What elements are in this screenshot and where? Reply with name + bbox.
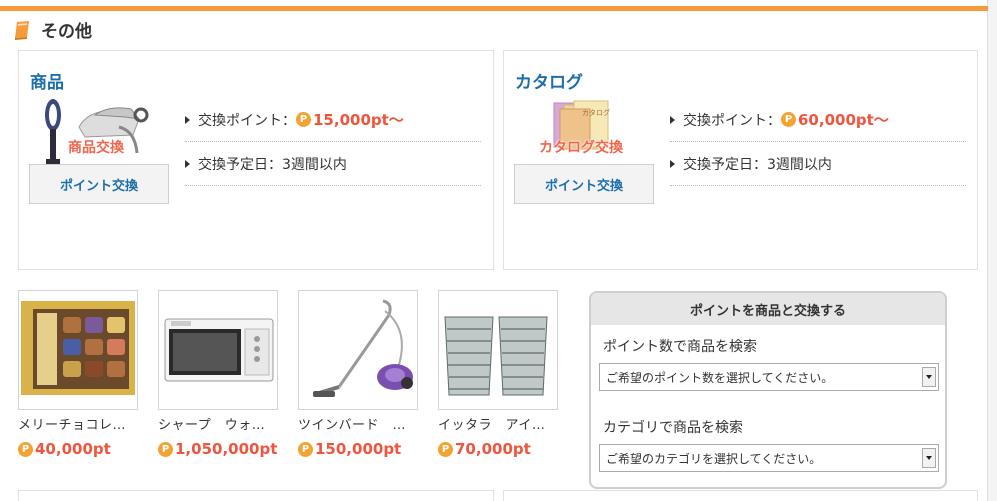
point-icon: P bbox=[296, 112, 311, 127]
exchange-points-row: 交換ポイント： P 15,000pt〜 bbox=[185, 98, 481, 142]
catalog-exchange-card: カタログ カタログ カタログ交換 ポイント交換 交換ポイント： P 60,000… bbox=[503, 50, 978, 270]
product-item[interactable]: メリーチョコレ… P 40,000pt bbox=[18, 290, 138, 458]
product-price: P 1,050,000pt bbox=[158, 440, 278, 458]
product-list: メリーチョコレ… P 40,000pt シャープ ウォ… P 1,050,000… bbox=[18, 290, 558, 458]
thumb-label: 商品交換 bbox=[68, 140, 124, 156]
chevron-down-icon[interactable] bbox=[922, 367, 936, 387]
point-search-panel: ポイントを商品と交換する ポイント数で商品を検索 ご希望のポイント数を選択してく… bbox=[589, 291, 947, 489]
product-image[interactable] bbox=[298, 290, 418, 410]
exchange-points-label: 交換ポイント： bbox=[683, 112, 781, 129]
product-name[interactable]: ツインバード … bbox=[298, 414, 418, 433]
bullet-arrow-icon bbox=[185, 115, 190, 124]
product-image[interactable] bbox=[18, 290, 138, 410]
exchange-points-row: 交換ポイント： P 60,000pt〜 bbox=[670, 98, 966, 142]
exchange-points-label: 交換ポイント： bbox=[198, 112, 296, 129]
price-value: 70,000pt bbox=[455, 440, 531, 458]
point-exchange-button[interactable]: ポイント交換 bbox=[29, 164, 169, 204]
catalog-exchange-image[interactable]: カタログ カタログ交換 bbox=[524, 97, 638, 167]
bullet-arrow-icon bbox=[670, 115, 675, 124]
chevron-down-icon[interactable] bbox=[922, 448, 936, 468]
product-image[interactable] bbox=[438, 290, 558, 410]
point-icon: P bbox=[781, 112, 796, 127]
thumb-label: カタログ交換 bbox=[539, 140, 623, 156]
points-select[interactable]: ご希望のポイント数を選択してください。 bbox=[599, 363, 939, 391]
product-price: P 70,000pt bbox=[438, 440, 558, 458]
section-title: その他 bbox=[41, 22, 92, 42]
schedule-text: 交換予定日：3週間以内 bbox=[683, 156, 832, 173]
point-icon: P bbox=[438, 441, 453, 457]
schedule-row: 交換予定日：3週間以内 bbox=[185, 142, 481, 186]
product-price: P 40,000pt bbox=[18, 440, 138, 458]
product-item[interactable]: イッタラ アイ… P 70,000pt bbox=[438, 290, 558, 458]
bullet-arrow-icon bbox=[185, 159, 190, 168]
search-by-category-label: カテゴリで商品を検索 bbox=[603, 420, 743, 436]
point-icon: P bbox=[298, 441, 313, 457]
price-value: 40,000pt bbox=[35, 440, 111, 458]
svg-text:カタログ: カタログ bbox=[582, 108, 610, 117]
price-value: 150,000pt bbox=[315, 440, 402, 458]
product-name[interactable]: メリーチョコレ… bbox=[18, 414, 138, 433]
bullet-arrow-icon bbox=[670, 159, 675, 168]
exchange-points-value: 60,000pt〜 bbox=[798, 111, 889, 129]
point-icon: P bbox=[18, 441, 33, 457]
schedule-text: 交換予定日：3週間以内 bbox=[198, 156, 347, 173]
product-name[interactable]: イッタラ アイ… bbox=[438, 414, 558, 433]
card-title: カタログ bbox=[515, 73, 583, 93]
section-header: その他 bbox=[14, 17, 92, 42]
accent-bar bbox=[0, 6, 988, 11]
price-value: 1,050,000pt bbox=[175, 440, 278, 458]
next-card-edge bbox=[18, 490, 494, 501]
product-price: P 150,000pt bbox=[298, 440, 418, 458]
product-item[interactable]: シャープ ウォ… P 1,050,000pt bbox=[158, 290, 278, 458]
product-item[interactable]: ツインバード … P 150,000pt bbox=[298, 290, 418, 458]
main-panel: その他 商品 商品交換 ポイント交換 交換ポイント： P 15,000pt〜 交… bbox=[0, 0, 988, 501]
category-select-value: ご希望のカテゴリを選択してください。 bbox=[606, 451, 822, 466]
card-title: 商品 bbox=[30, 73, 64, 93]
schedule-row: 交換予定日：3週間以内 bbox=[670, 142, 966, 186]
exchange-points-value: 15,000pt〜 bbox=[313, 111, 404, 129]
search-panel-title: ポイントを商品と交換する bbox=[591, 293, 945, 325]
point-icon: P bbox=[158, 441, 173, 457]
category-select[interactable]: ご希望のカテゴリを選択してください。 bbox=[599, 444, 939, 472]
point-exchange-button[interactable]: ポイント交換 bbox=[514, 164, 654, 204]
book-icon bbox=[14, 20, 32, 40]
points-select-value: ご希望のポイント数を選択してください。 bbox=[606, 370, 834, 385]
product-exchange-image[interactable]: 商品交換 bbox=[39, 97, 153, 167]
search-by-points-label: ポイント数で商品を検索 bbox=[603, 339, 757, 355]
product-exchange-card: 商品 商品交換 ポイント交換 交換ポイント： P 15,000pt〜 交換予定日… bbox=[18, 50, 494, 270]
next-card-edge bbox=[503, 490, 978, 501]
product-name[interactable]: シャープ ウォ… bbox=[158, 414, 278, 433]
product-image[interactable] bbox=[158, 290, 278, 410]
